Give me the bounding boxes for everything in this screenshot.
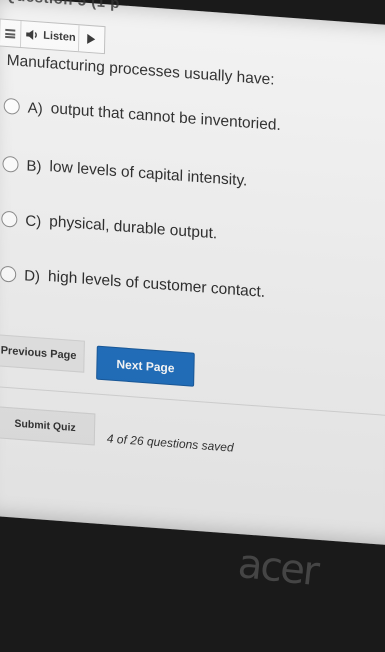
option-a[interactable]: A) output that cannot be inventoried. <box>3 97 281 135</box>
listen-toolbar: Listen <box>0 18 106 55</box>
listen-label: Listen <box>43 29 76 44</box>
next-page-button[interactable]: Next Page <box>96 345 195 387</box>
quiz-screen: Question 5 (1 p Listen Manufacturing pro… <box>0 0 385 547</box>
save-status: 4 of 26 questions saved <box>106 431 234 455</box>
radio-b[interactable] <box>2 155 19 173</box>
laptop-brand-logo: acer <box>235 540 320 596</box>
question-heading: Question 5 (1 p <box>4 0 120 12</box>
option-d[interactable]: D) high levels of customer contact. <box>0 265 265 302</box>
option-text: low levels of capital intensity. <box>49 158 248 190</box>
listen-menu-button[interactable] <box>0 19 22 47</box>
option-letter: B) <box>26 156 42 176</box>
option-letter: D) <box>24 266 41 285</box>
question-text: Manufacturing processes usually have: <box>6 51 275 89</box>
play-button[interactable] <box>79 25 104 53</box>
submit-quiz-button[interactable]: Submit Quiz <box>0 406 96 446</box>
radio-d[interactable] <box>0 265 17 283</box>
speaker-icon <box>26 29 37 40</box>
option-c[interactable]: C) physical, durable output. <box>1 210 217 244</box>
listen-button[interactable]: Listen <box>20 21 80 52</box>
option-text: physical, durable output. <box>48 213 218 243</box>
option-text: high levels of customer contact. <box>47 268 266 301</box>
play-icon <box>87 33 96 44</box>
option-text: output that cannot be inventoried. <box>50 100 281 135</box>
previous-page-button[interactable]: Previous Page <box>0 333 85 373</box>
radio-a[interactable] <box>3 97 20 115</box>
option-letter: A) <box>27 99 43 118</box>
option-letter: C) <box>25 211 42 230</box>
menu-icon <box>5 28 16 39</box>
option-b[interactable]: B) low levels of capital intensity. <box>2 155 248 191</box>
radio-c[interactable] <box>1 210 18 228</box>
